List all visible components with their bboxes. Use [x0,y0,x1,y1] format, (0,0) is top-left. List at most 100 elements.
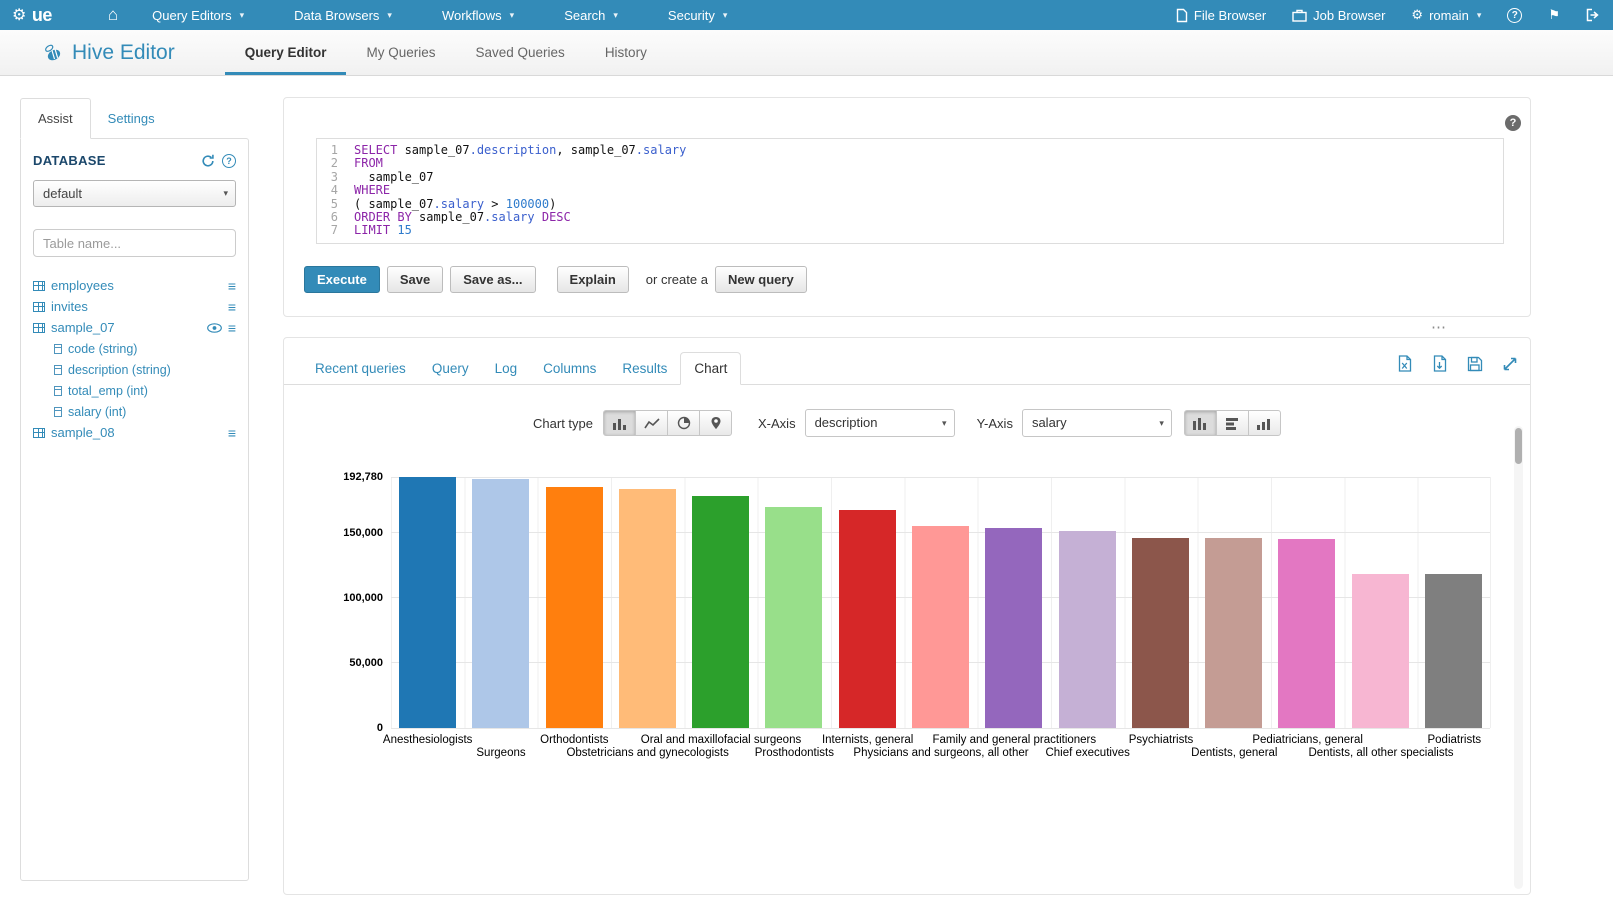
stacked-bars-button[interactable] [1248,410,1281,436]
pie-chart-type-button[interactable] [667,410,700,436]
tab-query[interactable]: Query [419,353,482,384]
column-icon [54,386,62,396]
assist-panel: DATABASE ? default ▾ employees≡invites≡s… [20,138,249,881]
execute-button[interactable]: Execute [304,266,380,293]
hue-logo[interactable]: ⚙ue [12,5,52,26]
download-csv-icon[interactable] [1432,355,1448,372]
table-detail-icon[interactable]: ≡ [228,300,236,314]
column-row[interactable]: description (string) [33,359,236,380]
x-tick-label: Internists, general [822,734,913,746]
save-button[interactable]: Save [387,266,443,293]
chart-bar[interactable] [1205,538,1262,728]
scrollbar[interactable] [1514,426,1523,889]
tab-results[interactable]: Results [609,353,680,384]
chart-bar[interactable] [1059,531,1116,728]
chart-bar[interactable] [839,510,896,728]
menu-data-browsers[interactable]: Data Browsers▾ [294,8,392,23]
tab-saved-queries[interactable]: Saved Queries [456,30,585,75]
refresh-icon[interactable] [201,154,215,168]
chart-bar[interactable] [765,507,822,728]
job-browser-link[interactable]: Job Browser [1292,8,1385,23]
vertical-bars-button[interactable] [1184,410,1217,436]
flag-icon[interactable]: ⚑ [1548,7,1560,23]
tab-recent-queries[interactable]: Recent queries [302,353,419,384]
user-menu[interactable]: ⚙ romain ▾ [1411,7,1481,23]
tab-log[interactable]: Log [482,353,531,384]
scrollbar-thumb[interactable] [1515,428,1522,464]
assist-help-icon[interactable]: ? [222,154,236,168]
table-detail-icon[interactable]: ≡ [228,426,236,440]
menu-workflows[interactable]: Workflows▾ [442,8,514,23]
table-filter-input[interactable] [33,229,236,257]
chart-bar[interactable] [1132,538,1189,728]
sql-editor[interactable]: 1234567 SELECT sample_07.description, sa… [316,138,1504,244]
menu-label: Search [564,8,605,23]
expand-results-icon[interactable] [1502,356,1518,372]
tab-query-editor[interactable]: Query Editor [225,30,347,75]
x-tick-label: Dentists, all other specialists [1308,747,1453,759]
home-icon[interactable]: ⌂ [108,5,118,25]
line-number: 4 [317,184,338,197]
chart-bar[interactable] [1352,574,1409,728]
x-tick-label: Obstetricians and gynecologists [566,747,728,759]
resize-handle[interactable]: ⋯ [1431,318,1447,336]
database-select[interactable]: default ▾ [33,180,236,207]
gear-icon: ⚙ [1411,7,1423,23]
save-as-button[interactable]: Save as... [450,266,535,293]
table-detail-icon[interactable]: ≡ [228,279,236,293]
chart-bar[interactable] [472,479,529,728]
table-row[interactable]: sample_07 ≡ [33,317,236,338]
logout-icon[interactable] [1586,8,1601,22]
chart-bar[interactable] [1278,539,1335,728]
chart-bar[interactable] [1425,574,1482,728]
tab-settings[interactable]: Settings [91,98,172,138]
table-detail-icon[interactable]: ≡ [228,321,236,335]
column-row[interactable]: code (string) [33,338,236,359]
help-icon[interactable]: ? [1507,8,1522,23]
tab-columns[interactable]: Columns [530,353,609,384]
table-name: sample_07 [51,320,207,335]
save-results-icon[interactable] [1467,356,1483,372]
tab-chart[interactable]: Chart [680,352,741,385]
x-tick-label: Orthodontists [540,734,608,746]
chart-bar[interactable] [912,526,969,728]
horizontal-bars-button[interactable] [1216,410,1249,436]
database-header: DATABASE ? [33,153,236,168]
map-chart-type-button[interactable] [699,410,732,436]
table-row[interactable]: employees≡ [33,275,236,296]
tab-history[interactable]: History [585,30,667,75]
eye-icon[interactable] [207,323,222,333]
menu-security[interactable]: Security▾ [668,8,728,23]
x-axis-select[interactable]: description ▾ [805,409,955,437]
menu-query-editors[interactable]: Query Editors▾ [152,8,244,23]
hive-editor-title[interactable]: Hive Editor [42,30,175,75]
file-browser-link[interactable]: File Browser [1176,8,1266,23]
column-row[interactable]: total_emp (int) [33,380,236,401]
chart-bar[interactable] [399,477,456,728]
line-number: 1 [317,144,338,157]
explain-button[interactable]: Explain [557,266,629,293]
download-xls-icon[interactable] [1397,355,1413,372]
table-row-icons: ≡ [228,279,236,293]
table-row[interactable]: sample_08≡ [33,422,236,443]
tab-assist[interactable]: Assist [20,98,91,139]
bar-chart-type-button[interactable] [603,410,636,436]
database-header-icons: ? [201,154,236,168]
code-token: .description [470,143,557,157]
line-chart-type-button[interactable] [635,410,668,436]
query-help-icon[interactable]: ? [1505,115,1521,131]
chart-bar[interactable] [985,528,1042,728]
y-axis-select[interactable]: salary ▾ [1022,409,1172,437]
menu-search[interactable]: Search▾ [564,8,618,23]
chart-bar[interactable] [546,487,603,728]
table-row-icons: ≡ [228,426,236,440]
editor-code[interactable]: SELECT sample_07.description, sample_07.… [347,144,1503,238]
chart-bar[interactable] [619,489,676,728]
column-row[interactable]: salary (int) [33,401,236,422]
code-token: 100000 [506,197,549,211]
tab-my-queries[interactable]: My Queries [346,30,455,75]
table-row[interactable]: invites≡ [33,296,236,317]
new-query-button[interactable]: New query [715,266,807,293]
code-token: > [484,197,506,211]
chart-bar[interactable] [692,496,749,728]
